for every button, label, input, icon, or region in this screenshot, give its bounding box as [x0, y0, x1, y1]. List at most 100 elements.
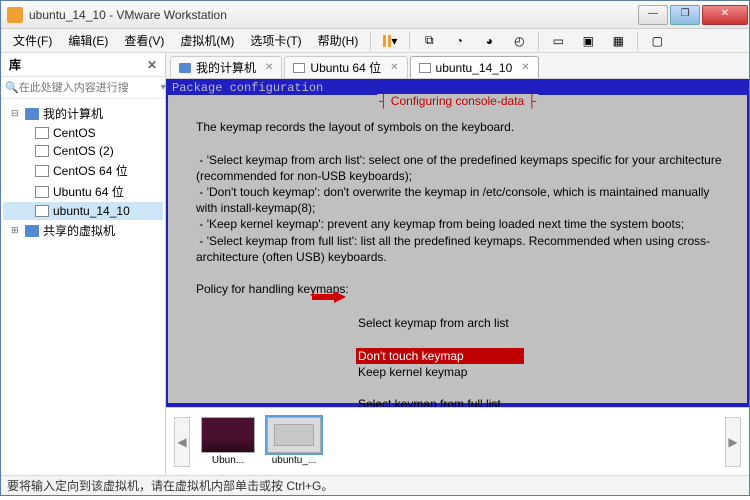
app-window: ubuntu_14_10 - VMware Workstation — ❐ ✕ … — [0, 0, 750, 496]
main-area: 库 ✕ 🔍 ▾ ⊟ 我的计算机 CentOS CentOS (2) CentOS… — [1, 53, 749, 475]
statusbar: 要将输入定向到该虚拟机，请在虚拟机内部单击或按 Ctrl+G。 — [1, 475, 749, 495]
separator — [370, 32, 371, 50]
tab-close-icon[interactable]: ✕ — [390, 62, 398, 73]
tree-collapse-icon[interactable]: ⊟ — [11, 108, 21, 119]
pause-icon — [383, 35, 391, 47]
thumb-ubuntu1410[interactable]: ubuntu_... — [266, 417, 322, 466]
tree-item-centos2[interactable]: CentOS (2) — [3, 142, 163, 160]
toolbar-manage-icon[interactable]: ◴ — [508, 31, 530, 51]
tree-label: Ubuntu 64 位 — [53, 183, 124, 200]
tree-label: CentOS 64 位 — [53, 162, 128, 179]
sidebar-close-icon[interactable]: ✕ — [147, 58, 157, 72]
vm-icon — [35, 205, 49, 217]
toolbar-send-ctrlaltdel-icon[interactable]: ⧉ — [418, 31, 440, 51]
toolbar-snapshot-icon[interactable]: ◔ — [448, 31, 470, 51]
vm-console[interactable]: Package configuration ┤ Configuring cons… — [166, 79, 749, 407]
vm-icon — [35, 145, 49, 157]
menu-edit[interactable]: 编辑(E) — [60, 29, 116, 52]
tab-icon — [179, 63, 191, 73]
tab-close-icon[interactable]: ✕ — [521, 62, 529, 73]
tree-label: 共享的虚拟机 — [43, 222, 115, 239]
window-controls: — ❐ ✕ — [637, 5, 749, 25]
toolbar-fullscreen-icon[interactable]: ▢ — [646, 31, 668, 51]
intro-text: The keymap records the layout of symbols… — [196, 120, 514, 134]
search-icon: 🔍 — [5, 81, 19, 94]
minimize-button[interactable]: — — [638, 5, 668, 25]
separator — [538, 32, 539, 50]
vm-icon — [35, 127, 49, 139]
tab-mycomputer[interactable]: 我的计算机✕ — [170, 56, 282, 78]
toolbar-console-icon[interactable]: ▣ — [577, 31, 599, 51]
pause-button[interactable]: ▾ — [379, 31, 401, 51]
tab-ubuntu64[interactable]: Ubuntu 64 位 ✕ — [284, 56, 407, 78]
bullet-text: 'Don't touch keymap': don't overwrite th… — [196, 185, 713, 215]
option-arch-list[interactable]: Select keymap from arch list — [356, 315, 729, 331]
separator — [409, 32, 410, 50]
search-input[interactable] — [19, 82, 161, 94]
annotation-arrow-icon — [312, 291, 346, 303]
menubar: 文件(F) 编辑(E) 查看(V) 虚拟机(M) 选项卡(T) 帮助(H) ▾ … — [1, 29, 749, 53]
vm-icon — [35, 186, 49, 198]
search-dropdown-icon[interactable]: ▾ — [161, 82, 166, 93]
menu-tabs[interactable]: 选项卡(T) — [242, 29, 309, 52]
content-area: 我的计算机✕ Ubuntu 64 位 ✕ ubuntu_14_10 ✕ Packag… — [166, 53, 749, 475]
menu-help[interactable]: 帮助(H) — [310, 29, 367, 52]
tabbar: 我的计算机✕ Ubuntu 64 位 ✕ ubuntu_14_10 ✕ — [166, 53, 749, 79]
sidebar-header: 库 ✕ — [1, 53, 165, 77]
computer-icon — [25, 225, 39, 237]
computer-icon — [25, 108, 39, 120]
tree-item-centos[interactable]: CentOS — [3, 124, 163, 142]
thumbs-prev-button[interactable]: ◀ — [174, 417, 190, 467]
menu-vm[interactable]: 虚拟机(M) — [172, 29, 242, 52]
vm-icon — [35, 165, 49, 177]
maximize-button[interactable]: ❐ — [670, 5, 700, 25]
bullet-text: 'Keep kernel keymap': prevent any keymap… — [207, 217, 685, 231]
tree-root-mycomputer[interactable]: ⊟ 我的计算机 — [3, 103, 163, 124]
dialog-box: ┤ Configuring console-data ├ The keymap … — [168, 95, 747, 403]
dialog-title: ┤ Configuring console-data ├ — [377, 94, 538, 108]
option-keep-kernel[interactable]: Keep kernel keymap — [356, 364, 729, 380]
tree-root-shared[interactable]: ⊞ 共享的虚拟机 — [3, 220, 163, 241]
sidebar-search: 🔍 ▾ — [1, 77, 165, 99]
toolbar-revert-icon[interactable]: ◕ — [478, 31, 500, 51]
window-title: ubuntu_14_10 - VMware Workstation — [29, 8, 637, 22]
tab-label: Ubuntu 64 位 — [310, 59, 381, 76]
tree-label: 我的计算机 — [43, 105, 103, 122]
bullet-text: 'Select keymap from full list': list all… — [196, 234, 710, 264]
library-sidebar: 库 ✕ 🔍 ▾ ⊟ 我的计算机 CentOS CentOS (2) CentOS… — [1, 53, 166, 475]
titlebar[interactable]: ubuntu_14_10 - VMware Workstation — ❐ ✕ — [1, 1, 749, 29]
app-icon — [7, 7, 23, 23]
toolbar-unity-icon[interactable]: ▦ — [607, 31, 629, 51]
tree-item-ubuntu64[interactable]: Ubuntu 64 位 — [3, 181, 163, 202]
sidebar-title: 库 — [9, 56, 21, 73]
package-config-header: Package configuration — [168, 81, 747, 95]
tree-item-ubuntu1410[interactable]: ubuntu_14_10 — [3, 202, 163, 220]
menu-file[interactable]: 文件(F) — [5, 29, 60, 52]
tab-label: ubuntu_14_10 — [436, 61, 513, 75]
thumbnail-image — [267, 417, 321, 453]
separator — [637, 32, 638, 50]
dialog-body: The keymap records the layout of symbols… — [168, 95, 747, 407]
thumbs-next-button[interactable]: ▶ — [725, 417, 741, 467]
tab-icon — [293, 63, 305, 73]
keymap-menu: Select keymap from arch list Don't touch… — [356, 299, 729, 407]
vm-tree: ⊟ 我的计算机 CentOS CentOS (2) CentOS 64 位 Ub… — [1, 99, 165, 475]
menu-view[interactable]: 查看(V) — [116, 29, 172, 52]
toolbar-fit-icon[interactable]: ▭ — [547, 31, 569, 51]
tab-icon — [419, 63, 431, 73]
option-dont-touch[interactable]: Don't touch keymap — [356, 348, 524, 364]
tree-item-centos64[interactable]: CentOS 64 位 — [3, 160, 163, 181]
bullet-text: 'Select keymap from arch list': select o… — [196, 153, 725, 183]
tree-label: CentOS — [53, 126, 96, 140]
thumbnail-label: Ubun... — [200, 455, 256, 466]
tree-expand-icon[interactable]: ⊞ — [11, 225, 21, 236]
close-button[interactable]: ✕ — [702, 5, 748, 25]
tab-ubuntu1410[interactable]: ubuntu_14_10 ✕ — [410, 56, 539, 78]
tab-close-icon[interactable]: ✕ — [265, 62, 273, 73]
thumb-ubuntu[interactable]: Ubun... — [200, 417, 256, 466]
thumbnail-image — [201, 417, 255, 453]
option-full-list[interactable]: Select keymap from full list — [356, 396, 729, 407]
tree-label: ubuntu_14_10 — [53, 204, 130, 218]
tree-label: CentOS (2) — [53, 144, 114, 158]
status-text: 要将输入定向到该虚拟机，请在虚拟机内部单击或按 Ctrl+G。 — [7, 477, 333, 494]
